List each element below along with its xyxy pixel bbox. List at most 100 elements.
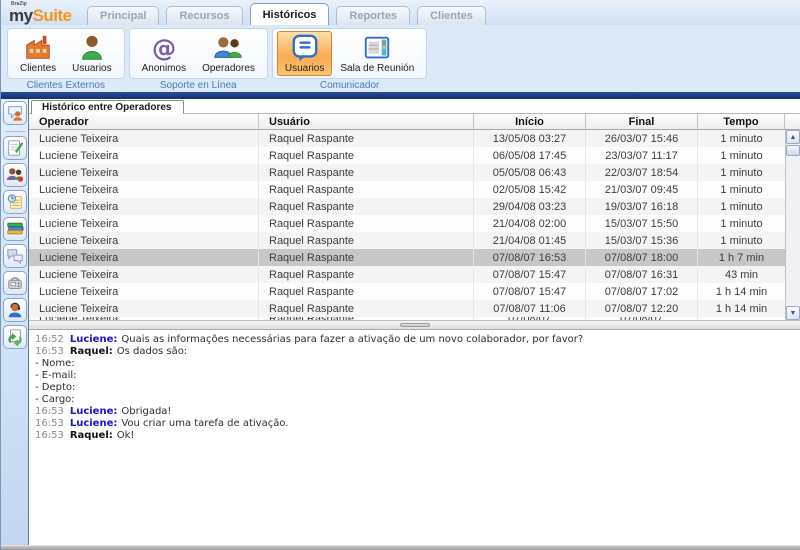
books-icon: [6, 220, 24, 238]
content-tab-bar: Histórico entre Operadores: [29, 99, 800, 114]
scroll-down-button[interactable]: ▼: [786, 306, 800, 320]
column-header-final[interactable]: Final: [586, 114, 698, 129]
table-row-partial[interactable]: Luciene TeixeiraRaquel Raspante07/08/070…: [29, 317, 785, 320]
tab-historicos[interactable]: Históricos: [250, 3, 330, 25]
tab-principal[interactable]: Principal: [87, 6, 159, 25]
sidebar-library-button[interactable]: [3, 217, 27, 241]
sidebar-user-chat-button[interactable]: [3, 101, 27, 125]
ribbon-group-clientes-externos: Clientes Usuarios Clientes Externos: [7, 28, 125, 92]
phone-icon: [6, 274, 24, 292]
sidebar-phone-button[interactable]: [3, 271, 27, 295]
users-group-icon: [6, 166, 24, 184]
chat-bubble-icon: [290, 33, 320, 63]
sidebar-transfer-button[interactable]: [3, 325, 27, 349]
usuarios-comunicador-button[interactable]: Usuarios: [277, 31, 332, 76]
at-sign-icon: @: [149, 33, 179, 63]
usuarios-externos-button[interactable]: Usuarios: [64, 31, 119, 76]
table-row-selected[interactable]: Luciene TeixeiraRaquel Raspante07/08/07 …: [29, 249, 785, 266]
support-agent-icon: [6, 301, 24, 319]
table-header: Operador Usuário Início Final Tempo: [29, 114, 800, 130]
tab-reportes[interactable]: Reportes: [336, 6, 410, 25]
main-panel: Histórico entre Operadores Operador Usuá…: [29, 99, 800, 545]
column-header-tempo[interactable]: Tempo: [698, 114, 785, 129]
chat-line: 16:53Luciene:Obrigada!: [35, 406, 794, 418]
table-row[interactable]: Luciene TeixeiraRaquel Raspante07/08/07 …: [29, 300, 785, 317]
ribbon-group-comunicador: Usuarios Sala de Reunión Comunicador: [272, 28, 427, 92]
table-row[interactable]: Luciene TeixeiraRaquel Raspante07/08/07 …: [29, 266, 785, 283]
chat-line: 16:52Luciene:Quais as informações necess…: [35, 334, 794, 346]
column-header-operador[interactable]: Operador: [29, 114, 259, 129]
sidebar: [1, 99, 29, 545]
user-chat-icon: [6, 104, 24, 122]
horizontal-splitter[interactable]: [29, 320, 800, 330]
sidebar-users-button[interactable]: [3, 163, 27, 187]
bottom-status-bar: [1, 545, 800, 550]
column-header-spacer: [785, 114, 800, 129]
table-row[interactable]: Luciene TeixeiraRaquel Raspante13/05/08 …: [29, 130, 785, 147]
factory-icon: [23, 33, 53, 63]
operadores-button-label: Operadores: [202, 63, 255, 74]
table-row[interactable]: Luciene TeixeiraRaquel Raspante07/08/07 …: [29, 283, 785, 300]
schedule-icon: [6, 193, 24, 211]
table-vertical-scrollbar[interactable]: ▲ ▼: [785, 130, 800, 320]
chat-transcript: 16:52Luciene:Quais as informações necess…: [29, 330, 800, 545]
table-row[interactable]: Luciene TeixeiraRaquel Raspante06/05/08 …: [29, 147, 785, 164]
sender-name: Luciene:: [70, 418, 118, 429]
sidebar-chat-button[interactable]: [3, 244, 27, 268]
sender-name: Luciene:: [70, 334, 118, 345]
tab-recursos[interactable]: Recursos: [166, 6, 242, 25]
table-row[interactable]: Luciene TeixeiraRaquel Raspante29/04/08 …: [29, 198, 785, 215]
meeting-room-icon: [362, 33, 392, 63]
chat-line: 16:53Raquel:Os dados são:: [35, 346, 794, 358]
sender-name: Raquel:: [70, 430, 113, 441]
sala-de-reunion-button-label: Sala de Reunión: [340, 63, 414, 74]
scroll-up-button[interactable]: ▲: [786, 130, 800, 144]
table-row[interactable]: Luciene TeixeiraRaquel Raspante21/04/08 …: [29, 232, 785, 249]
sender-name: Luciene:: [70, 406, 118, 417]
chat-bubbles-icon: [6, 247, 24, 265]
chat-line: - Cargo:: [35, 394, 794, 406]
user-green-icon: [77, 33, 107, 63]
chat-line: - E-mail:: [35, 370, 794, 382]
table-body: Luciene TeixeiraRaquel Raspante13/05/08 …: [29, 130, 800, 320]
ribbon-divider-bar: [1, 92, 800, 99]
ribbon: Clientes Usuarios Clientes Externos @ An…: [1, 25, 800, 92]
scroll-track[interactable]: [786, 156, 800, 306]
chat-line: 16:53Luciene:Vou criar uma tarefa de ati…: [35, 418, 794, 430]
top-bar: BraZip mySuite Principal Recursos Histór…: [1, 0, 800, 25]
tab-clientes[interactable]: Clientes: [417, 6, 486, 25]
scroll-thumb[interactable]: [786, 145, 800, 156]
app-logo: BraZip mySuite: [1, 0, 87, 25]
notepad-edit-icon: [6, 139, 24, 157]
column-header-usuario[interactable]: Usuário: [259, 114, 474, 129]
table-row[interactable]: Luciene TeixeiraRaquel Raspante02/05/08 …: [29, 181, 785, 198]
ribbon-group-label: Comunicador: [272, 79, 427, 92]
usuarios-comunicador-button-label: Usuarios: [285, 63, 324, 74]
usuarios-externos-button-label: Usuarios: [72, 63, 111, 74]
operadores-button[interactable]: Operadores: [194, 31, 263, 76]
ribbon-group-soporte-en-linea: @ Anonimos Operadores Soporte en Línea: [129, 28, 268, 92]
sidebar-separator: [5, 131, 25, 132]
clientes-button-label: Clientes: [20, 63, 56, 74]
sala-de-reunion-button[interactable]: Sala de Reunión: [332, 31, 422, 76]
nav-tabs: Principal Recursos Históricos Reportes C…: [87, 3, 486, 25]
clientes-button[interactable]: Clientes: [12, 31, 64, 76]
sidebar-support-button[interactable]: [3, 298, 27, 322]
chat-line: - Nome:: [35, 358, 794, 370]
sidebar-tasks-button[interactable]: [3, 136, 27, 160]
chat-line: - Depto:: [35, 382, 794, 394]
anonimos-button[interactable]: @ Anonimos: [134, 31, 194, 76]
table-row[interactable]: Luciene TeixeiraRaquel Raspante21/04/08 …: [29, 215, 785, 232]
ribbon-group-label: Soporte en Línea: [129, 79, 268, 92]
operators-icon: [213, 33, 243, 63]
brand-label: mySuite: [9, 7, 87, 24]
svg-text:@: @: [152, 33, 176, 62]
table-row[interactable]: Luciene TeixeiraRaquel Raspante05/05/08 …: [29, 164, 785, 181]
historico-entre-operadores-tab[interactable]: Histórico entre Operadores: [31, 100, 184, 114]
app-window: BraZip mySuite Principal Recursos Histór…: [0, 0, 800, 550]
transfer-icon: [6, 328, 24, 346]
splitter-handle[interactable]: [400, 323, 430, 327]
chat-line: 16:53Raquel:Ok!: [35, 430, 794, 442]
column-header-inicio[interactable]: Início: [474, 114, 586, 129]
sidebar-schedule-button[interactable]: [3, 190, 27, 214]
